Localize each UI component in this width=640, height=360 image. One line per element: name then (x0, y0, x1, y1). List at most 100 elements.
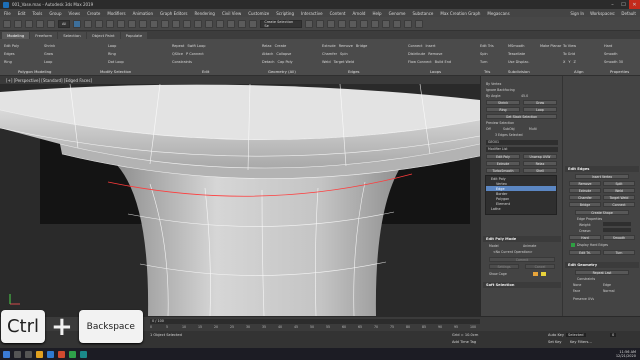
manipulate-icon[interactable] (183, 19, 192, 28)
edge-chamfer-button[interactable]: Chamfer (569, 195, 601, 200)
auto-key-button[interactable]: Auto Key (548, 333, 564, 337)
edit-geometry-header[interactable]: Edit Geometry (565, 262, 639, 268)
chamfer-button[interactable]: Chamfer (322, 52, 337, 56)
preserve-uvs-checkbox[interactable]: Preserve UVs (573, 297, 594, 301)
menu-edit[interactable]: Edit (18, 11, 26, 16)
align-icon[interactable] (316, 19, 325, 28)
search-icon[interactable] (14, 350, 21, 358)
close-button[interactable]: ✕ (629, 0, 640, 9)
menu-create[interactable]: Create (87, 11, 100, 16)
label-geometry[interactable]: Geometry (All) (268, 69, 296, 74)
label-polygon-modeling[interactable]: Polygon Modeling (18, 69, 51, 74)
maximize-button[interactable]: ☐ (618, 0, 629, 9)
modifier-stack[interactable]: Edit Poly Vertex Edge Border Polygon Ele… (485, 175, 557, 215)
ring-button[interactable]: Ring (4, 60, 12, 64)
menu-megascans[interactable]: Megascans (487, 11, 509, 16)
edge-split-button[interactable]: Split (603, 181, 635, 186)
add-time-tag-button[interactable]: Add Time Tag (452, 340, 476, 344)
schematic-view-icon[interactable] (371, 19, 380, 28)
menu-content[interactable]: Content (330, 11, 346, 16)
align-y-button[interactable]: Y (568, 60, 570, 64)
attach-button[interactable]: Attach (262, 52, 273, 56)
constraint-normal-radio[interactable]: Normal (603, 289, 615, 293)
app-icon-green[interactable] (69, 350, 76, 358)
menu-civil-view[interactable]: Civil View (222, 11, 241, 16)
edit-tris-button[interactable]: Edit Tris (480, 44, 494, 48)
label-edit[interactable]: Edit (202, 69, 209, 74)
spin-button[interactable]: Spin (340, 52, 348, 56)
angle-value-field[interactable]: 45.0 (521, 94, 528, 98)
edge-extrude-button[interactable]: Extrude (569, 188, 601, 193)
extrude-button[interactable]: Extrude (322, 44, 336, 48)
edit-tri-button[interactable]: Edit Tri. (569, 250, 601, 255)
animate-radio[interactable]: Animate (523, 244, 536, 248)
key-mode-dropdown[interactable]: Selected (566, 333, 586, 337)
edge-target-weld-button[interactable]: Target Weld (603, 195, 635, 200)
snaps-toggle-icon[interactable] (205, 19, 214, 28)
object-name-field[interactable]: GEO01 (486, 140, 558, 145)
menu-tools[interactable]: Tools (32, 11, 42, 16)
shrink-sel-button[interactable]: Shrink (486, 100, 520, 105)
weld-button[interactable]: Weld (322, 60, 331, 64)
workspace-dropdown[interactable]: Default (621, 11, 636, 16)
menu-graph-editors[interactable]: Graph Editors (160, 11, 187, 16)
label-loops[interactable]: Loops (430, 69, 441, 74)
unlink-icon[interactable] (36, 19, 44, 28)
menu-file[interactable]: File (4, 11, 11, 16)
edit-edges-header[interactable]: Edit Edges (565, 166, 639, 172)
sign-in-button[interactable]: Sign In (570, 11, 584, 16)
edges-button[interactable]: Edges (4, 52, 15, 56)
file-explorer-icon[interactable] (36, 350, 43, 358)
menu-help[interactable]: Help (372, 11, 381, 16)
tab-object-paint[interactable]: Object Paint (86, 31, 120, 39)
mirror-icon[interactable] (305, 19, 314, 28)
toggle-layer-explorer-icon[interactable] (338, 19, 347, 28)
modifier-list-dropdown[interactable]: Modifier List (486, 147, 558, 152)
spinner-snap-icon[interactable] (238, 19, 247, 28)
get-stack-selection-button[interactable]: Get Stack Selection (486, 114, 557, 119)
constraint-edge-radio[interactable]: Edge (603, 283, 611, 287)
crease-input[interactable] (603, 228, 631, 232)
menu-arnold[interactable]: Arnold (352, 11, 365, 16)
edge-remove-button[interactable]: Remove (569, 181, 601, 186)
edge-weld-button[interactable]: Weld (603, 188, 635, 193)
tessellate-button[interactable]: Tessellate (508, 52, 525, 56)
ring-sel-button[interactable]: Ring (486, 107, 520, 112)
smooth-button[interactable]: Smooth (604, 52, 618, 56)
make-planar-button[interactable]: Make Planar (540, 44, 561, 48)
flow-connect-button[interactable]: Flow Connect (408, 60, 432, 64)
selection-filter-dropdown[interactable]: All (58, 19, 71, 28)
label-tris[interactable]: Tris (484, 69, 490, 74)
time-slider[interactable] (150, 319, 480, 324)
grow-sel-button[interactable]: Grow (523, 100, 557, 105)
undo-icon[interactable] (3, 19, 11, 28)
vase-mesh[interactable] (0, 84, 480, 316)
create-button[interactable]: Create (275, 44, 287, 48)
preview-off-radio[interactable]: Off (486, 127, 491, 131)
repeat-button[interactable]: Repeat (172, 44, 184, 48)
commit-button[interactable]: Commit (489, 257, 555, 262)
dot-loop-button[interactable]: Dot Loop (108, 60, 124, 64)
edge-browser-icon[interactable] (47, 350, 54, 358)
placement-icon[interactable] (150, 19, 159, 28)
menu-animation[interactable]: Animation (133, 11, 153, 16)
preview-multi-radio[interactable]: Multi (529, 127, 537, 131)
viewport-label[interactable]: [+] [Perspective] [Standard] [Edged Face… (0, 76, 480, 84)
toggle-ribbon-icon[interactable] (349, 19, 358, 28)
rendered-frame-window-icon[interactable] (404, 19, 413, 28)
cancel-button[interactable]: Cancel (525, 264, 555, 269)
menu-customize[interactable]: Customize (248, 11, 269, 16)
mod-edit-poly-button[interactable]: Edit Poly (486, 154, 520, 159)
align-z-button[interactable]: Z (574, 60, 576, 64)
label-properties[interactable]: Properties (610, 69, 629, 74)
viewport-label-text[interactable]: [+] [Perspective] [Standard] [Edged Face… (6, 78, 92, 83)
cage-selected-color-swatch[interactable] (541, 272, 546, 276)
swift-loop-button[interactable]: Swift Loop (187, 44, 205, 48)
reference-coord-icon[interactable] (161, 19, 170, 28)
set-key-button[interactable]: Set Key (548, 340, 562, 344)
menu-substance[interactable]: Substance (412, 11, 433, 16)
by-vertex-checkbox[interactable]: By Vertex (486, 82, 501, 86)
rotate-icon[interactable] (128, 19, 137, 28)
edge-bridge-button[interactable]: Bridge (569, 202, 601, 207)
show-cage-checkbox[interactable]: Show Cage (489, 272, 507, 276)
